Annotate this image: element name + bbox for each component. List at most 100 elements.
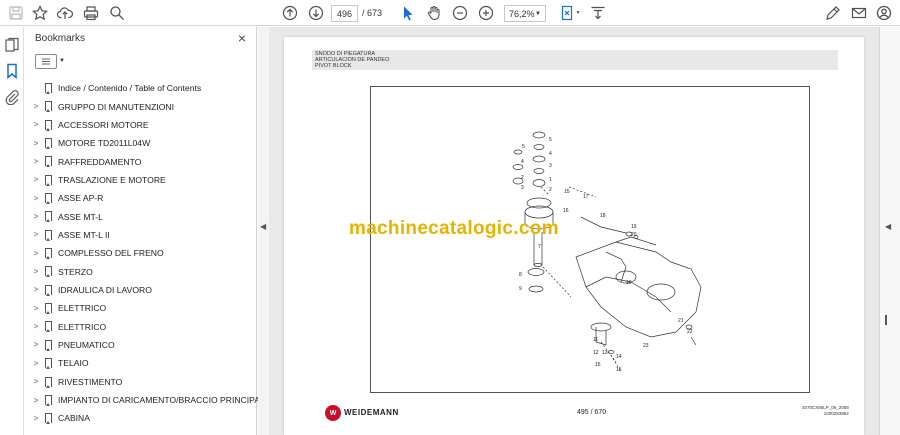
chevron-left-icon: ◀ [260,222,267,231]
chevron-right-icon[interactable]: > [32,157,40,166]
chevron-right-icon[interactable]: > [32,194,40,203]
bookmark-icon [45,229,52,241]
bookmark-label: ASSE MT-L [58,211,103,222]
bookmark-icon [45,193,52,205]
bookmarks-icon[interactable] [4,63,20,80]
zoom-out-icon[interactable] [450,3,470,23]
bookmark-icon [45,339,52,351]
account-icon[interactable] [874,3,894,23]
chevron-right-icon[interactable]: > [32,322,40,331]
document-page-number: 495 / 670 [577,409,607,416]
chevron-right-icon[interactable]: > [32,340,40,349]
part-number-label: 9 [519,286,522,292]
bookmark-label: PNEUMATICO [58,339,115,350]
chevron-right-icon[interactable]: > [32,267,40,276]
next-page-icon[interactable] [306,3,326,23]
bookmark-item[interactable]: > IMPIANTO DI CARICAMENTO/BRACCIO PRINCI… [25,391,260,409]
read-mode-icon[interactable] [588,3,608,23]
page-thumbnails-icon[interactable] [4,37,20,53]
chevron-right-icon[interactable]: > [32,359,40,368]
zoom-search-icon[interactable] [107,3,127,23]
part-number-label: 1 [549,177,552,183]
part-number-label: 5 [522,144,525,150]
bookmark-item[interactable]: > COMPLESSO DEL FRENO [25,244,247,262]
bookmark-item[interactable]: > ACCESSORI MOTORE [25,116,247,134]
watermark-text: machinecatalogic.com [349,218,559,239]
hand-tool-icon[interactable] [424,3,444,23]
zoom-level-value: 76,2% [509,8,535,19]
part-number-label: 21 [678,318,684,324]
chevron-right-icon[interactable]: > [32,414,40,423]
select-cursor-icon[interactable] [398,3,418,23]
chevron-right-icon[interactable]: > [32,304,40,313]
bookmark-label: ELETTRICO [58,303,107,314]
zoom-level-select[interactable]: 76,2% ▼ [504,5,546,22]
bookmarks-panel: Bookmarks × ▼ Indice / Contenido / Table… [25,27,275,435]
bookmark-item[interactable]: > ASSE AP-R [25,189,247,207]
bookmark-label: MOTORE TD2011L04W [58,138,151,149]
bookmark-item[interactable]: > GRUPPO DI MANUTENZIONI [25,97,247,115]
print-icon[interactable] [81,3,101,23]
chevron-right-icon[interactable]: > [32,285,40,294]
sign-pen-icon[interactable] [823,3,843,23]
bookmark-label: COMPLESSO DEL FRENO [58,248,164,259]
bookmark-item[interactable]: Indice / Contenido / Table of Contents [25,79,247,97]
bookmark-icon [45,358,52,370]
previous-page-icon[interactable] [280,3,300,23]
chevron-right-icon[interactable]: > [32,175,40,184]
bookmark-item[interactable]: > ELETTRICO [25,317,247,335]
part-number-label: 3 [521,185,524,191]
bookmark-icon [45,266,52,278]
chevron-right-icon[interactable]: > [32,396,40,405]
bookmark-item[interactable]: > PNEUMATICO [25,336,247,354]
bookmark-icon [45,211,52,223]
star-icon[interactable] [30,3,50,23]
save-icon[interactable] [6,3,26,23]
zoom-in-icon[interactable] [476,3,496,23]
bookmark-item[interactable]: > TRASLAZIONE E MOTORE [25,171,247,189]
chevron-right-icon[interactable]: > [32,120,40,129]
document-viewer[interactable]: SNODO DI PIEGATURA ARTICULACION DE PANDE… [269,27,879,435]
bookmark-item[interactable]: > TELAIO [25,354,247,372]
bookmark-item[interactable]: > MOTORE TD2011L04W [25,134,247,152]
part-number-label: 13 [602,350,608,356]
bookmark-label: ACCESSORI MOTORE [58,119,149,130]
part-number-label: 4 [521,159,524,165]
close-icon[interactable]: × [238,30,246,46]
bookmark-item[interactable]: > ASSE MT-L II [25,226,247,244]
bookmark-icon [45,174,52,186]
attachments-icon[interactable] [4,89,20,106]
bookmark-item[interactable]: > STERZO [25,262,247,280]
bookmark-options-button[interactable] [35,54,57,69]
part-number-label: 15 [616,367,622,373]
email-icon[interactable] [849,3,869,23]
bookmark-item[interactable]: > RAFFREDDAMENTO [25,152,247,170]
fit-dropdown-chevron-icon[interactable]: ▼ [574,3,582,23]
bookmark-label: GRUPPO DI MANUTENZIONI [58,101,175,112]
chevron-right-icon[interactable]: > [32,230,40,239]
bookmark-item[interactable]: > ASSE MT-L [25,207,247,225]
bookmark-item[interactable]: > IDRAULICA DI LAVORO [25,281,247,299]
right-panel-handle[interactable]: ◀ [879,27,900,435]
document-reference: 3070CX80LP_06_2008 1000283962 [802,405,849,417]
page-header: SNODO DI PIEGATURA ARTICULACION DE PANDE… [312,50,838,70]
page-number-input[interactable]: 496 [331,5,358,22]
part-number-label: 10 [626,280,632,286]
bookmark-item[interactable]: > CABINA [25,409,247,427]
chevron-right-icon[interactable]: > [32,212,40,221]
chevron-down-icon[interactable]: ▼ [59,58,65,64]
bookmark-label: ASSE AP-R [58,193,104,204]
bookmark-item[interactable]: > RIVESTIMENTO [25,373,247,391]
cloud-upload-icon[interactable] [55,3,75,23]
bookmark-item[interactable]: > ELETTRICO [25,299,247,317]
chevron-right-icon[interactable]: > [32,102,40,111]
bookmark-label: IDRAULICA DI LAVORO [58,284,152,295]
part-number-label: 15 [564,189,570,195]
bookmark-label: RAFFREDDAMENTO [58,156,142,167]
scroll-indicator[interactable] [885,315,887,325]
chevron-right-icon[interactable]: > [32,139,40,148]
bookmark-icon [45,303,52,315]
chevron-right-icon[interactable]: > [32,377,40,386]
panel-collapse-handle[interactable]: ◀ [258,27,269,435]
chevron-right-icon[interactable]: > [32,249,40,258]
